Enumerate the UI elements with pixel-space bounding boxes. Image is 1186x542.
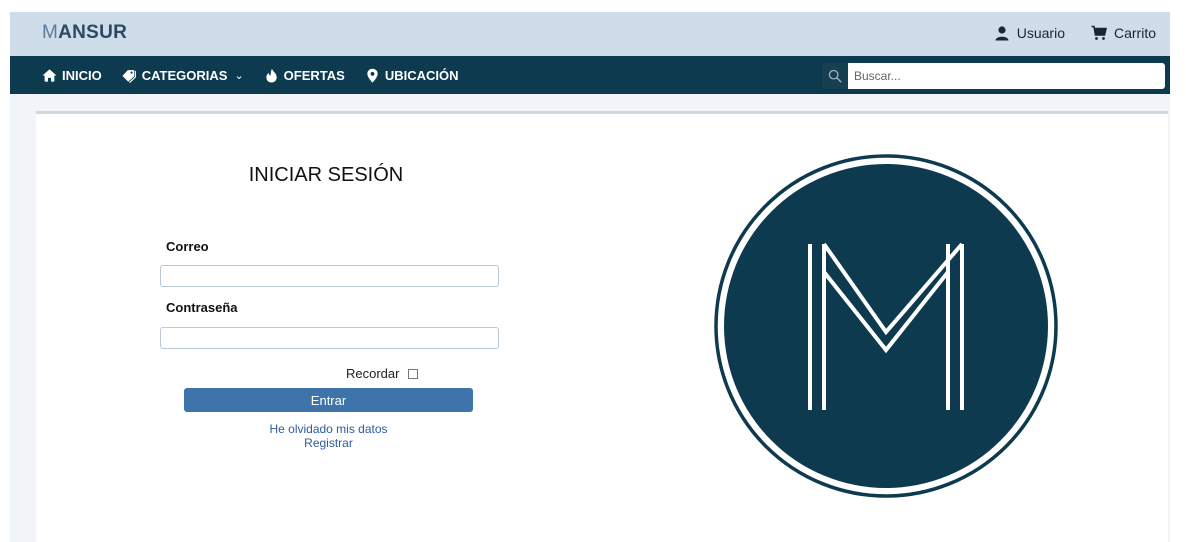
search-button[interactable]	[822, 63, 848, 89]
email-label: Correo	[166, 239, 209, 254]
brand-rest: ANSUR	[58, 22, 128, 43]
remember-checkbox[interactable]	[408, 368, 419, 379]
user-link[interactable]: Usuario	[994, 25, 1065, 41]
nav-offers[interactable]: OFERTAS	[264, 68, 345, 83]
search-bar	[822, 63, 1165, 89]
home-icon	[42, 68, 57, 82]
page-frame: MANSUR Usuario Carrito INICIO CATEGORIAS…	[10, 12, 1170, 542]
top-bar: MANSUR Usuario Carrito	[10, 12, 1170, 56]
nav-location[interactable]: UBICACIÓN	[365, 68, 459, 83]
remember-label: Recordar	[346, 366, 400, 381]
login-panel: INICIAR SESIÓN Correo Contraseña Recorda…	[36, 111, 1168, 542]
nav-categories[interactable]: CATEGORIAS ⌄	[122, 68, 244, 83]
register-link[interactable]: Registrar	[184, 436, 473, 450]
password-field[interactable]	[160, 327, 499, 349]
brand-logo[interactable]: MANSUR	[42, 22, 127, 44]
top-right-links: Usuario Carrito	[994, 25, 1156, 41]
login-button[interactable]: Entrar	[184, 388, 473, 412]
map-marker-icon	[367, 68, 378, 83]
search-input[interactable]	[848, 63, 1165, 89]
main-nav: INICIO CATEGORIAS ⌄ OFERTAS UBICACIÓN	[10, 56, 1170, 94]
remember-row: Recordar	[346, 366, 419, 381]
email-field[interactable]	[160, 265, 499, 287]
page-title: INICIAR SESIÓN	[248, 164, 404, 186]
nav-location-label: UBICACIÓN	[384, 67, 459, 83]
nav-categories-label: CATEGORIAS	[141, 67, 228, 83]
user-link-label: Usuario	[1016, 25, 1065, 41]
password-label: Contraseña	[166, 300, 238, 315]
fire-icon	[266, 68, 277, 83]
forgot-link[interactable]: He olvidado mis datos	[184, 422, 473, 436]
nav-home[interactable]: INICIO	[42, 68, 102, 83]
chevron-down-icon: ⌄	[234, 69, 244, 82]
nav-offers-label: OFERTAS	[283, 67, 345, 83]
tag-icon	[122, 69, 136, 83]
nav-home-label: INICIO	[62, 67, 102, 83]
cart-link-label: Carrito	[1113, 25, 1156, 41]
cart-link[interactable]: Carrito	[1091, 25, 1156, 41]
search-icon	[828, 69, 842, 83]
m-logo	[714, 154, 1058, 498]
nav-items: INICIO CATEGORIAS ⌄ OFERTAS UBICACIÓN	[42, 56, 459, 94]
user-icon	[995, 26, 1009, 41]
brand-prefix: M	[42, 22, 59, 43]
cart-icon	[1091, 25, 1107, 40]
